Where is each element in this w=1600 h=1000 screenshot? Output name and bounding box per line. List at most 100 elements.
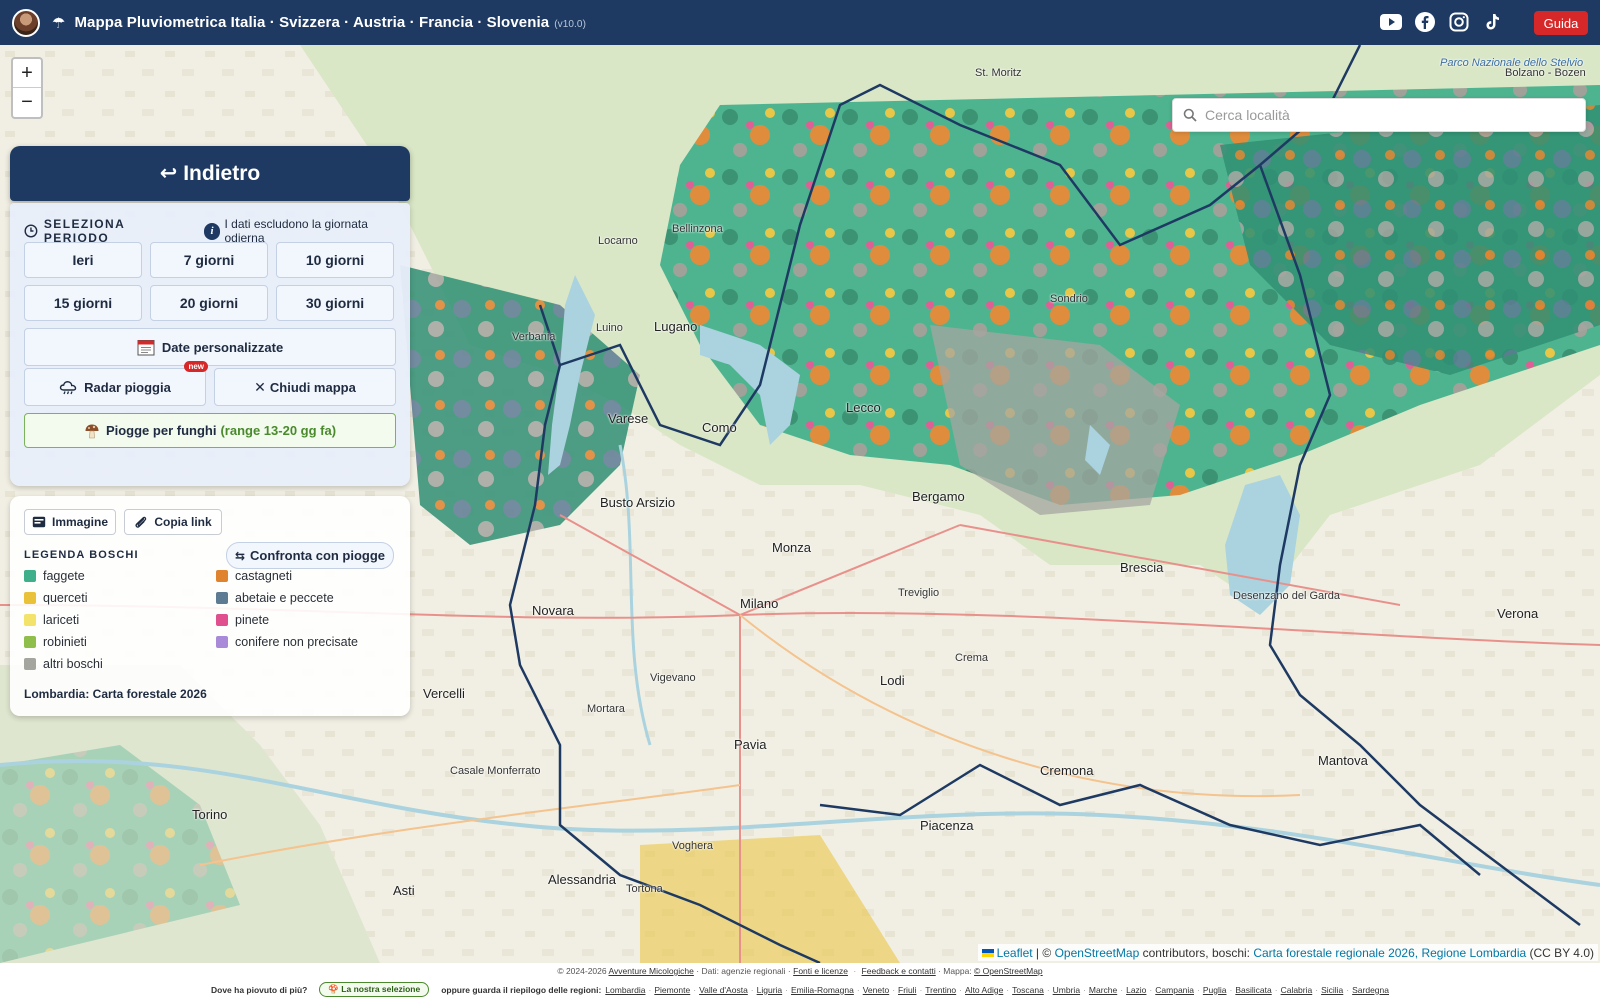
region-link[interactable]: Alto Adige [965, 985, 1003, 995]
region-link[interactable]: Valle d'Aosta [699, 985, 748, 995]
region-link[interactable]: Campania [1155, 985, 1194, 995]
compare-with-rain-button[interactable]: ⇆ Confronta con piogge [226, 542, 394, 569]
map-label: Treviglio [898, 587, 940, 599]
custom-dates-button[interactable]: Date personalizzate [24, 328, 396, 366]
radar-cloud-icon [59, 381, 77, 395]
map-label: Lecco [846, 400, 881, 415]
image-icon [32, 516, 46, 528]
region-link[interactable]: Calabria [1281, 985, 1313, 995]
region-link[interactable]: Emilia-Romagna [791, 985, 854, 995]
clock-icon [24, 224, 38, 238]
map-label: Desenzano del Garda [1233, 590, 1341, 602]
map-label: Locarno [598, 235, 638, 247]
mushroom-rain-label: Piogge per funghi [105, 423, 217, 438]
map-label: Vigevano [650, 672, 696, 684]
zoom-in-button[interactable]: + [13, 59, 41, 88]
legend-title: LEGENDA BOSCHI [24, 549, 139, 561]
map-label: Verbania [512, 331, 556, 343]
region-link[interactable]: Piemonte [654, 985, 690, 995]
instagram-icon[interactable] [1448, 11, 1470, 33]
feedback-link[interactable]: Feedback e contatti [862, 966, 936, 976]
guide-button[interactable]: Guida [1534, 11, 1588, 35]
region-link[interactable]: Liguria [757, 985, 783, 995]
avatar[interactable] [12, 8, 40, 37]
mushroom-rain-button[interactable]: Piogge per funghi (range 13-20 gg fa) [24, 413, 396, 448]
map-label: Sondrio [1050, 293, 1088, 305]
legend-swatch [24, 658, 36, 670]
leaflet-link[interactable]: Leaflet [997, 946, 1033, 960]
region-link[interactable]: Trentino [925, 985, 956, 995]
region-link[interactable]: Marche [1089, 985, 1117, 995]
region-link[interactable]: Basilicata [1235, 985, 1271, 995]
new-badge: new [184, 361, 208, 372]
paperclip-icon [135, 516, 147, 528]
map-label: Luino [596, 322, 623, 334]
search-input[interactable] [1205, 107, 1575, 123]
region-link[interactable]: Sardegna [1352, 985, 1389, 995]
mushroom-icon [85, 424, 99, 438]
map-label: Tortona [626, 883, 663, 895]
legend-item: robinieti [24, 635, 87, 649]
region-link[interactable]: Sicilia [1321, 985, 1343, 995]
osm-footer-link[interactable]: © OpenStreetMap [974, 966, 1043, 976]
image-button[interactable]: Immagine [24, 509, 116, 535]
map-label: Casale Monferrato [450, 765, 541, 777]
map-label: Varese [608, 411, 649, 426]
map-label: Voghera [672, 840, 713, 852]
period-button-7-days[interactable]: 7 giorni [150, 242, 268, 278]
sources-link[interactable]: Fonti e licenze [793, 966, 848, 976]
mushroom-range: (range 13-20 gg fa) [220, 423, 337, 438]
close-map-button[interactable]: ✕ Chiudi mappa [214, 368, 396, 406]
map-label: Alessandria [548, 872, 616, 887]
period-button-yesterday[interactable]: Ieri [24, 242, 142, 278]
swap-arrows-icon: ⇆ [234, 548, 245, 563]
osm-link[interactable]: OpenStreetMap [1055, 946, 1140, 960]
site-link[interactable]: Avventure Micologiche [609, 966, 694, 976]
map-label: Bellinzona [672, 223, 723, 235]
carta-forestale-link[interactable]: Carta forestale regionale 2026, Regione … [1253, 946, 1526, 960]
youtube-icon[interactable] [1380, 11, 1402, 33]
map-label: Cremona [1040, 763, 1094, 778]
map-label: Pavia [734, 737, 767, 752]
copy-link-button[interactable]: Copia link [124, 509, 222, 535]
rain-radar-button[interactable]: Radar pioggia new [24, 361, 208, 406]
region-link[interactable]: Veneto [863, 985, 889, 995]
period-button-30-days[interactable]: 30 giorni [276, 285, 394, 321]
zoom-out-button[interactable]: − [13, 88, 41, 117]
period-button-10-days[interactable]: 10 giorni [276, 242, 394, 278]
back-button[interactable]: ↩ Indietro [10, 146, 410, 201]
copy-link-label: Copia link [154, 515, 212, 529]
legend-item: altri boschi [24, 657, 103, 671]
info-note: I dati escludono la giornata odierna [224, 217, 368, 245]
period-title: SELEZIONA PERIODO [43, 217, 125, 245]
period-header: SELEZIONA PERIODO i I dati escludono la … [24, 217, 410, 245]
custom-dates-label: Date personalizzate [161, 339, 284, 355]
our-selection-button[interactable]: 🍄 La nostra selezione [319, 982, 430, 997]
region-link[interactable]: Puglia [1203, 985, 1227, 995]
region-link[interactable]: Friuli [898, 985, 916, 995]
period-button-20-days[interactable]: 20 giorni [150, 285, 268, 321]
map-label: Torino [192, 807, 228, 822]
map-label: St. Moritz [975, 67, 1022, 79]
legend-swatch [216, 592, 228, 604]
region-link[interactable]: Lazio [1126, 985, 1146, 995]
legend-item: querceti [24, 591, 87, 605]
map-label: Crema [955, 652, 989, 664]
rain-cloud-icon: ☂ [52, 14, 66, 32]
period-button-15-days[interactable]: 15 giorni [24, 285, 142, 321]
tiktok-icon[interactable] [1482, 11, 1504, 33]
legend-swatch [24, 592, 36, 604]
region-link[interactable]: Lombardia [605, 985, 645, 995]
footer-credits: © 2024-2026 Avventure Micologiche · Dati… [557, 966, 1043, 976]
region-link[interactable]: Umbria [1053, 985, 1080, 995]
region-link[interactable]: Toscana [1012, 985, 1044, 995]
facebook-icon[interactable] [1414, 11, 1436, 33]
map-label: Mantova [1318, 753, 1368, 768]
app-version: (v10.0) [554, 19, 587, 30]
map-label: Monza [772, 540, 812, 555]
info-icon[interactable]: i [203, 222, 221, 240]
map-label: Mortara [587, 703, 625, 715]
region-links: Lombardia · Piemonte · Valle d'Aosta · Liguria… [605, 984, 1389, 995]
rain-radar-label: Radar pioggia [84, 379, 171, 395]
legend-item: castagneti [216, 569, 292, 583]
